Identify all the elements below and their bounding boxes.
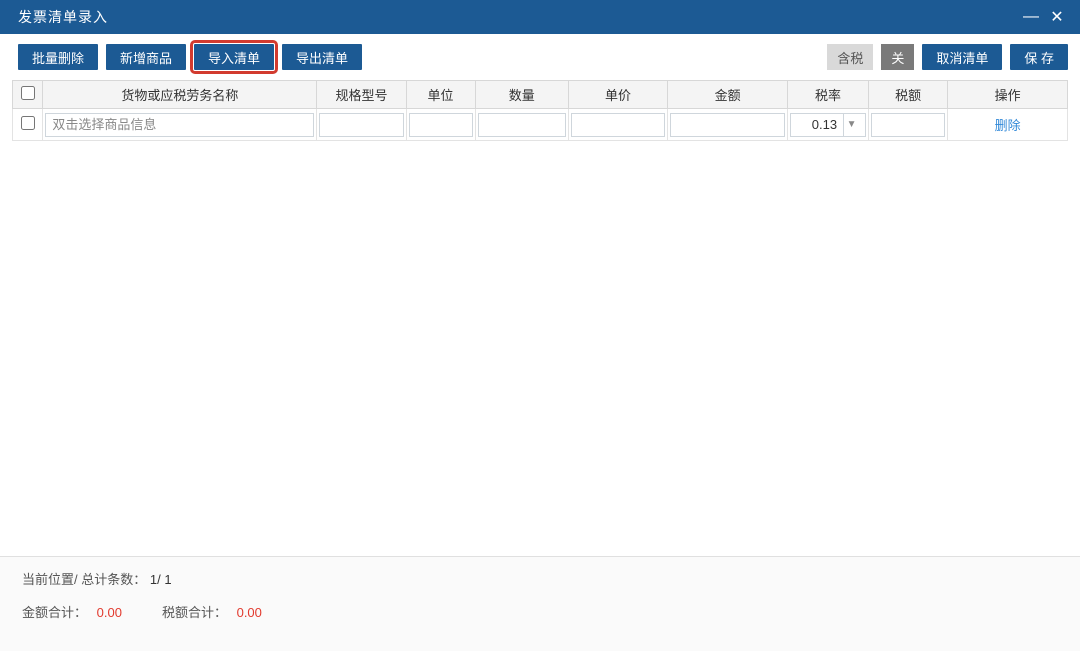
qty-input[interactable] xyxy=(478,113,566,137)
rate-select[interactable]: 0.13 ▼ xyxy=(790,113,866,137)
amount-total-label: 金额合计： xyxy=(22,605,87,620)
col-tax: 税额 xyxy=(869,81,948,109)
col-op: 操作 xyxy=(948,81,1068,109)
position-info: 当前位置/ 总计条数： 1/ 1 xyxy=(22,569,172,588)
table-row: 0.13 ▼ 删除 xyxy=(13,109,1068,141)
amount-total-value: 0.00 xyxy=(97,605,122,620)
cancel-list-button[interactable]: 取消清单 xyxy=(922,44,1002,70)
import-list-button[interactable]: 导入清单 xyxy=(194,44,274,70)
toolbar: 批量删除 新增商品 导入清单 导出清单 含税 关 取消清单 保 存 xyxy=(0,34,1080,80)
spec-input[interactable] xyxy=(319,113,403,137)
amount-total: 金额合计： 0.00 xyxy=(22,602,122,621)
position-value: 1/ 1 xyxy=(150,572,172,587)
col-amount: 金额 xyxy=(668,81,788,109)
export-list-button[interactable]: 导出清单 xyxy=(282,44,362,70)
col-qty: 数量 xyxy=(475,81,568,109)
position-label: 当前位置/ 总计条数： xyxy=(22,572,146,587)
tax-total-value: 0.00 xyxy=(237,605,262,620)
col-price: 单价 xyxy=(568,81,667,109)
window-title: 发票清单录入 xyxy=(18,7,1018,27)
titlebar: 发票清单录入 — ✕ xyxy=(0,0,1080,34)
window: 发票清单录入 — ✕ 批量删除 新增商品 导入清单 导出清单 含税 关 取消清单… xyxy=(0,0,1080,651)
unit-input[interactable] xyxy=(409,113,473,137)
select-all-checkbox[interactable] xyxy=(21,86,35,100)
price-input[interactable] xyxy=(571,113,665,137)
header-row: 货物或应税劳务名称 规格型号 单位 数量 单价 金额 税率 税额 操作 xyxy=(13,81,1068,109)
col-spec: 规格型号 xyxy=(317,81,406,109)
minimize-button[interactable]: — xyxy=(1018,8,1044,26)
tax-toggle[interactable]: 关 xyxy=(881,44,914,70)
delete-row-link[interactable]: 删除 xyxy=(995,118,1021,133)
close-button[interactable]: ✕ xyxy=(1044,7,1070,27)
product-name-input[interactable] xyxy=(45,113,314,137)
data-grid: 货物或应税劳务名称 规格型号 单位 数量 单价 金额 税率 税额 操作 xyxy=(12,80,1068,141)
tax-input[interactable] xyxy=(871,113,945,137)
rate-value: 0.13 xyxy=(797,117,843,132)
tax-total-label: 税额合计： xyxy=(162,605,227,620)
chevron-down-icon[interactable]: ▼ xyxy=(843,114,859,136)
grid-wrap: 货物或应税劳务名称 规格型号 单位 数量 单价 金额 税率 税额 操作 xyxy=(0,80,1080,556)
tax-included-label: 含税 xyxy=(827,44,873,70)
batch-delete-button[interactable]: 批量删除 xyxy=(18,44,98,70)
tax-total: 税额合计： 0.00 xyxy=(162,602,262,621)
save-button[interactable]: 保 存 xyxy=(1010,44,1068,70)
col-checkbox xyxy=(13,81,43,109)
col-unit: 单位 xyxy=(406,81,475,109)
footer: 当前位置/ 总计条数： 1/ 1 金额合计： 0.00 税额合计： 0.00 xyxy=(0,556,1080,651)
amount-input[interactable] xyxy=(670,113,785,137)
col-rate: 税率 xyxy=(787,81,868,109)
col-name: 货物或应税劳务名称 xyxy=(43,81,317,109)
add-product-button[interactable]: 新增商品 xyxy=(106,44,186,70)
row-checkbox[interactable] xyxy=(21,116,35,130)
